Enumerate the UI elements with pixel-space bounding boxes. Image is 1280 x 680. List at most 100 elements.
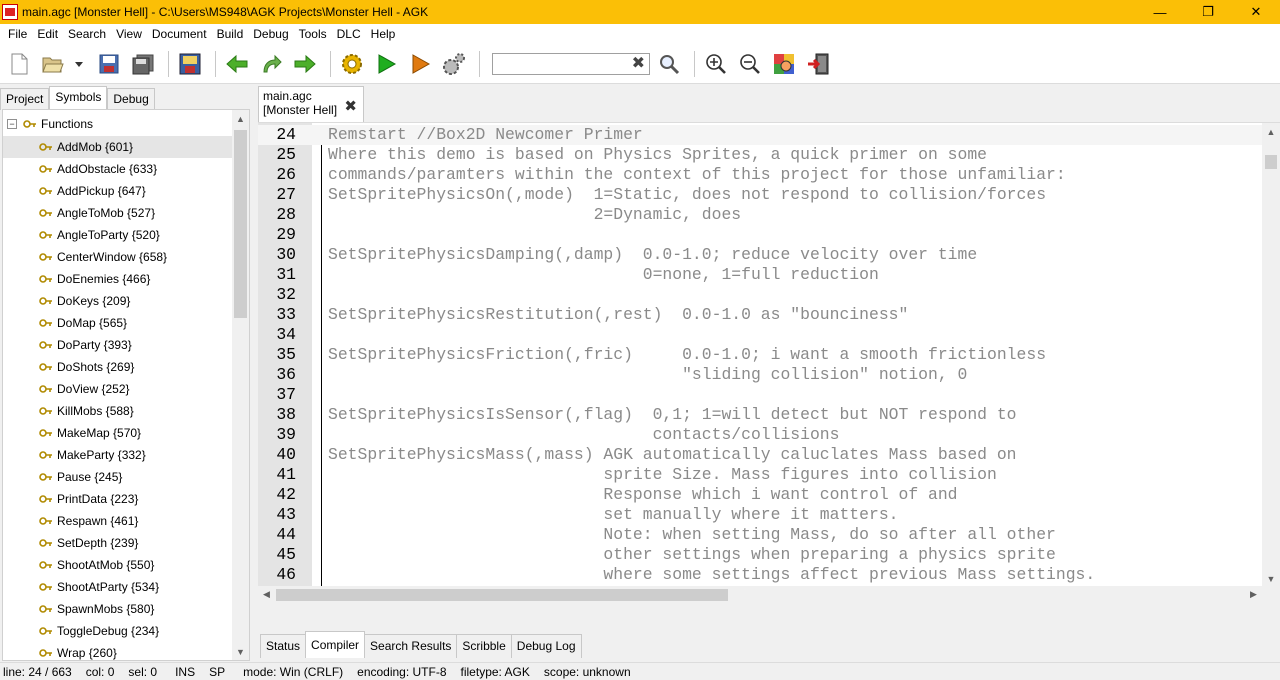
function-list-item[interactable]: Respawn {461} [3,510,233,532]
code-line[interactable]: 45 other settings when preparing a physi… [258,545,1262,565]
minimize-button[interactable]: — [1136,0,1184,24]
tab-project[interactable]: Project [0,88,50,110]
code-line[interactable]: 41 sprite Size. Mass figures into collis… [258,465,1262,485]
code-line[interactable]: 24 Remstart //Box2D Newcomer Primer [258,125,1262,145]
scroll-left-icon[interactable]: ◀ [258,586,275,603]
code-line[interactable]: 44 Note: when setting Mass, do so after … [258,525,1262,545]
function-list-item[interactable]: DoView {252} [3,378,233,400]
tab-debug-log[interactable]: Debug Log [510,634,582,658]
scroll-thumb[interactable] [276,589,728,601]
search-input[interactable] [493,53,623,74]
function-list-item[interactable]: ShootAtParty {534} [3,576,233,598]
code-line[interactable]: 29 [258,225,1262,245]
code-line[interactable]: 26 commands/paramters within the context … [258,165,1262,185]
menu-build[interactable]: Build [212,24,249,44]
collapse-icon[interactable]: − [7,119,17,129]
code-line[interactable]: 40 SetSpritePhysicsMass(,mass) AGK automa… [258,445,1262,465]
code-editor[interactable]: − 24Remstart //Box2D Newcomer Primer25Wh… [258,122,1280,604]
function-list-item[interactable]: PrintData {223} [3,488,233,510]
redo-button[interactable] [256,49,286,79]
clear-search-icon[interactable]: ✖ [632,55,645,73]
broadcast-button[interactable] [405,49,435,79]
function-list-item[interactable]: MakeMap {570} [3,422,233,444]
save-button[interactable] [94,49,124,79]
code-line[interactable]: 43 set manually where it matters. [258,505,1262,525]
tree-vertical-scrollbar[interactable]: ▲ ▼ [232,110,249,660]
tab-compiler[interactable]: Compiler [305,631,366,658]
menu-tools[interactable]: Tools [294,24,332,44]
color-picker-button[interactable] [769,49,799,79]
scroll-down-icon[interactable]: ▼ [232,643,249,660]
run-button[interactable] [371,49,401,79]
menu-dlc[interactable]: DLC [332,24,366,44]
restore-button[interactable]: ❐ [1184,0,1232,24]
tab-debug[interactable]: Debug [107,88,155,110]
code-line[interactable]: 30 SetSpritePhysicsDamping(,damp) 0.0-1.0… [258,245,1262,265]
back-button[interactable] [222,49,252,79]
code-line[interactable]: 27 SetSpritePhysicsOn(,mode) 1=Static, do… [258,185,1262,205]
forward-button[interactable] [290,49,320,79]
function-list-item[interactable]: AddPickup {647} [3,180,233,202]
tab-scribble[interactable]: Scribble [456,634,512,658]
scroll-up-icon[interactable]: ▲ [232,110,249,127]
menu-help[interactable]: Help [366,24,401,44]
code-line[interactable]: 34 [258,325,1262,345]
function-list-item[interactable]: ShootAtMob {550} [3,554,233,576]
code-line[interactable]: 39 contacts/collisions [258,425,1262,445]
function-list-item[interactable]: DoParty {393} [3,334,233,356]
tab-search-results[interactable]: Search Results [364,634,458,658]
menu-debug[interactable]: Debug [248,24,293,44]
function-list-item[interactable]: DoShots {269} [3,356,233,378]
zoom-in-button[interactable] [701,49,731,79]
editor-horizontal-scrollbar[interactable]: ◀ ▶ [258,586,1262,604]
open-file-button[interactable] [38,49,68,79]
function-list-item[interactable]: ToggleDebug {234} [3,620,233,642]
code-line[interactable]: 42 Response which i want control of and [258,485,1262,505]
function-list-item[interactable]: Pause {245} [3,466,233,488]
function-list-item[interactable]: SpawnMobs {580} [3,598,233,620]
code-line[interactable]: 31 0=none, 1=full reduction [258,265,1262,285]
code-line[interactable]: 32 [258,285,1262,305]
open-recent-dropdown[interactable] [72,49,86,79]
save-all-button[interactable] [128,49,158,79]
function-list-item[interactable]: Wrap {260} [3,642,233,660]
scroll-down-icon[interactable]: ▼ [1262,570,1280,587]
function-list-item[interactable]: MakeParty {332} [3,444,233,466]
code-line[interactable]: 33 SetSpritePhysicsRestitution(,rest) 0.0… [258,305,1262,325]
menu-edit[interactable]: Edit [32,24,63,44]
function-list-item[interactable]: AddMob {601} [3,136,233,158]
debug-button[interactable] [439,49,469,79]
tab-status[interactable]: Status [260,634,307,658]
function-list-item[interactable]: AngleToParty {520} [3,224,233,246]
compile-button[interactable] [337,49,367,79]
code-line[interactable]: 36 "sliding collision" notion, 0 [258,365,1262,385]
close-button[interactable]: ✕ [1232,0,1280,24]
tree-root-functions[interactable]: − Functions [7,114,93,134]
save-project-button[interactable] [175,49,205,79]
function-list-item[interactable]: DoKeys {209} [3,290,233,312]
function-list-item[interactable]: AddObstacle {633} [3,158,233,180]
function-list-item[interactable]: SetDepth {239} [3,532,233,554]
function-list-item[interactable]: CenterWindow {658} [3,246,233,268]
code-line[interactable]: 37 [258,385,1262,405]
scroll-up-icon[interactable]: ▲ [1262,123,1280,140]
scroll-thumb[interactable] [1265,155,1277,169]
close-tab-icon[interactable]: ✖ [344,97,357,115]
menu-search[interactable]: Search [63,24,111,44]
code-line[interactable]: 35 SetSpritePhysicsFriction(,fric) 0.0-1.… [258,345,1262,365]
function-list-item[interactable]: KillMobs {588} [3,400,233,422]
find-button[interactable] [654,49,684,79]
function-list-item[interactable]: DoMap {565} [3,312,233,334]
function-list-item[interactable]: AngleToMob {527} [3,202,233,224]
code-line[interactable]: 28 2=Dynamic, does [258,205,1262,225]
code-line[interactable]: 38 SetSpritePhysicsIsSensor(,flag) 0,1; 1… [258,405,1262,425]
code-line[interactable]: 46 where some settings affect previous M… [258,565,1262,585]
code-line[interactable]: 25 Where this demo is based on Physics Sp… [258,145,1262,165]
zoom-out-button[interactable] [735,49,765,79]
function-list-item[interactable]: DoEnemies {466} [3,268,233,290]
scroll-right-icon[interactable]: ▶ [1245,586,1262,603]
exit-button[interactable] [803,49,833,79]
editor-vertical-scrollbar[interactable]: ▲ ▼ [1262,123,1280,587]
menu-view[interactable]: View [111,24,147,44]
scroll-thumb[interactable] [234,130,247,318]
